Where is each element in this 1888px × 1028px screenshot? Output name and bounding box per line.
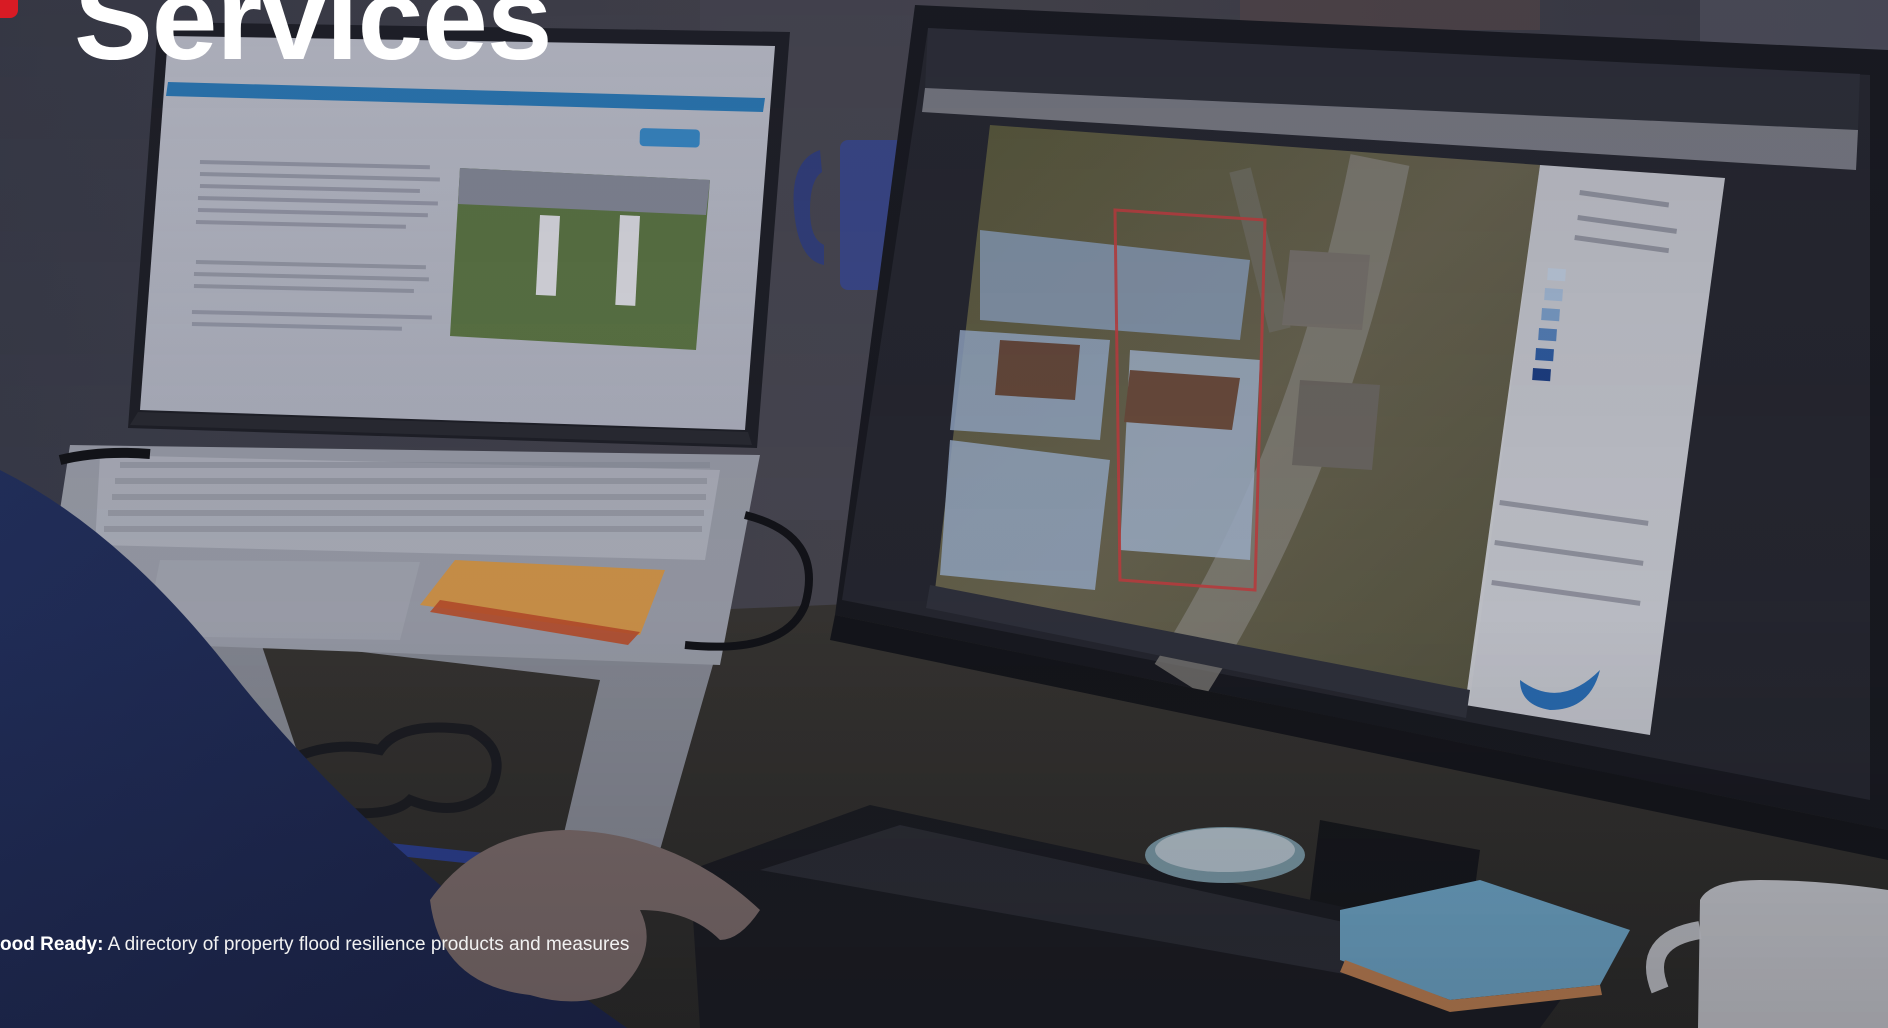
hero-background-photo bbox=[0, 0, 1888, 1028]
service-name: ood Ready: bbox=[0, 934, 104, 955]
page-title: Services bbox=[74, 0, 553, 85]
accent-marker bbox=[0, 0, 18, 18]
hero-section: Services ood Ready: A directory of prope… bbox=[0, 0, 1888, 1028]
service-caption: ood Ready: A directory of property flood… bbox=[0, 933, 629, 957]
service-description: A directory of property flood resilience… bbox=[103, 934, 630, 955]
